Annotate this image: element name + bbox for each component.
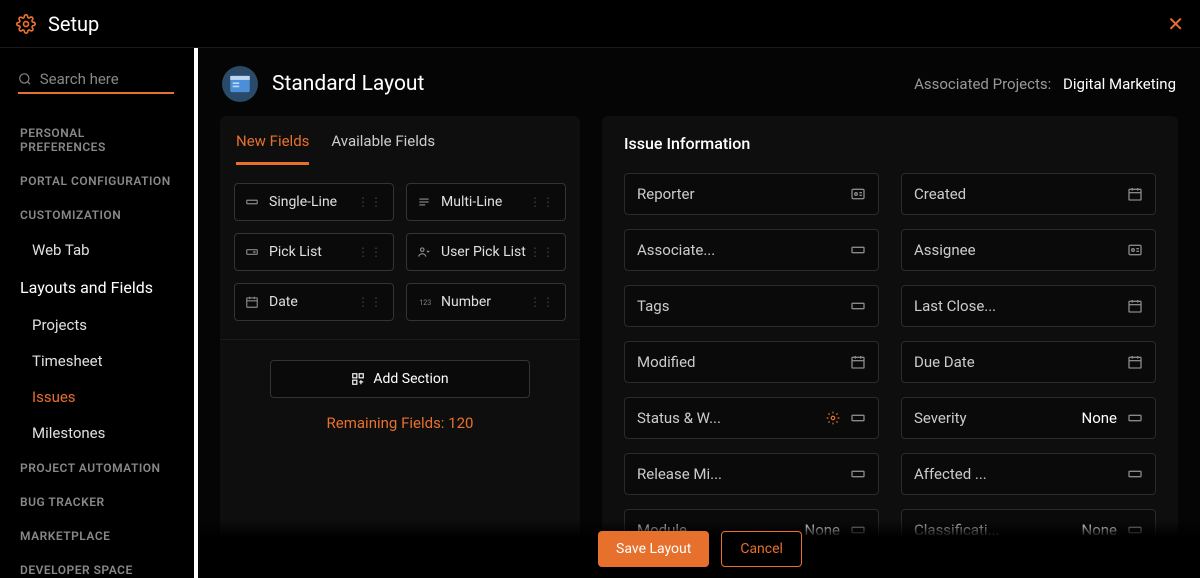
sidebar-item-layouts[interactable]: Layouts and Fields bbox=[0, 268, 194, 307]
issue-info-title: Issue Information bbox=[624, 134, 1156, 153]
layout-icon bbox=[222, 66, 258, 102]
search-wrap[interactable] bbox=[18, 66, 174, 94]
nav-heading[interactable]: MARKETPLACE bbox=[0, 519, 194, 553]
sidebar-item-webtab[interactable]: Web Tab bbox=[0, 232, 194, 268]
sidebar: PERSONAL PREFERENCES PORTAL CONFIGURATIO… bbox=[0, 48, 198, 578]
pick-icon bbox=[245, 245, 259, 259]
svg-text:123: 123 bbox=[419, 299, 431, 307]
number-icon: 123 bbox=[417, 295, 431, 309]
issue-field-label: Associate... bbox=[637, 241, 840, 259]
userpick-icon bbox=[417, 245, 431, 259]
card-icon bbox=[850, 466, 866, 482]
layout-title: Standard Layout bbox=[272, 72, 424, 96]
associated-value[interactable]: Digital Marketing bbox=[1063, 75, 1176, 93]
field-chip-multi-line[interactable]: Multi-Line⋮⋮ bbox=[406, 183, 566, 221]
issue-field[interactable]: Modified bbox=[624, 341, 879, 383]
card-icon bbox=[1127, 466, 1143, 482]
calendar-icon bbox=[1127, 354, 1143, 370]
issue-field[interactable]: Last Close... bbox=[901, 285, 1156, 327]
grip-icon: ⋮⋮ bbox=[529, 245, 555, 259]
single-icon bbox=[245, 195, 259, 209]
field-chip-number[interactable]: 123 Number⋮⋮ bbox=[406, 283, 566, 321]
grip-icon: ⋮⋮ bbox=[357, 245, 383, 259]
page-title: Setup bbox=[48, 12, 99, 36]
search-input[interactable] bbox=[40, 70, 174, 88]
issue-field-value: None bbox=[1082, 409, 1118, 427]
issue-field-label: Assignee bbox=[914, 241, 1117, 259]
panel-new-fields: New Fields Available Fields Single-Line⋮… bbox=[220, 116, 580, 578]
issue-field-label: Due Date bbox=[914, 353, 1117, 371]
nav-heading[interactable]: DEVELOPER SPACE bbox=[0, 553, 194, 578]
grip-icon: ⋮⋮ bbox=[529, 195, 555, 209]
issue-field-label: Tags bbox=[637, 297, 840, 315]
add-section-label: Add Section bbox=[373, 371, 448, 387]
issue-field[interactable]: Affected ... bbox=[901, 453, 1156, 495]
issue-field[interactable]: Associate... bbox=[624, 229, 879, 271]
field-label: Pick List bbox=[269, 244, 357, 260]
calendar-icon bbox=[1127, 298, 1143, 314]
cancel-button[interactable]: Cancel bbox=[721, 531, 802, 567]
sidebar-item-projects[interactable]: Projects bbox=[0, 307, 194, 343]
sidebar-item-milestones[interactable]: Milestones bbox=[0, 415, 194, 451]
nav-heading[interactable]: PROJECT AUTOMATION bbox=[0, 451, 194, 485]
field-label: Date bbox=[269, 294, 357, 310]
multi-icon bbox=[417, 195, 431, 209]
issue-field-label: Modified bbox=[637, 353, 840, 371]
issue-field[interactable]: Due Date bbox=[901, 341, 1156, 383]
grip-icon: ⋮⋮ bbox=[529, 295, 555, 309]
search-icon bbox=[18, 71, 32, 87]
card-icon bbox=[850, 242, 866, 258]
nav-heading[interactable]: PERSONAL PREFERENCES bbox=[0, 116, 194, 164]
field-chip-pick-list[interactable]: Pick List⋮⋮ bbox=[234, 233, 394, 271]
card-icon bbox=[850, 298, 866, 314]
sidebar-item-timesheet[interactable]: Timesheet bbox=[0, 343, 194, 379]
nav-heading[interactable]: PORTAL CONFIGURATION bbox=[0, 164, 194, 198]
nav-heading[interactable]: BUG TRACKER bbox=[0, 485, 194, 519]
tab-available-fields[interactable]: Available Fields bbox=[331, 132, 435, 165]
gear-icon[interactable] bbox=[826, 411, 840, 425]
calendar-icon bbox=[850, 354, 866, 370]
issue-field[interactable]: Release Mi... bbox=[624, 453, 879, 495]
panel-issue-info: Issue Information Reporter Created Associa… bbox=[602, 116, 1178, 578]
field-chip-date[interactable]: Date⋮⋮ bbox=[234, 283, 394, 321]
field-label: Number bbox=[441, 294, 529, 310]
date-icon bbox=[245, 295, 259, 309]
issue-field[interactable]: Status & W... bbox=[624, 397, 879, 439]
field-label: Single-Line bbox=[269, 194, 357, 210]
field-chip-single-line[interactable]: Single-Line⋮⋮ bbox=[234, 183, 394, 221]
issue-field[interactable]: Reporter bbox=[624, 173, 879, 215]
issue-field[interactable]: Assignee bbox=[901, 229, 1156, 271]
tab-new-fields[interactable]: New Fields bbox=[236, 132, 309, 165]
save-button[interactable]: Save Layout bbox=[598, 531, 709, 567]
add-section-icon bbox=[351, 372, 365, 386]
field-label: Multi-Line bbox=[441, 194, 529, 210]
sidebar-item-issues[interactable]: Issues bbox=[0, 379, 194, 415]
card-icon bbox=[850, 410, 866, 426]
calendar-icon bbox=[1127, 186, 1143, 202]
nav-heading[interactable]: CUSTOMIZATION bbox=[0, 198, 194, 232]
issue-field[interactable]: Created bbox=[901, 173, 1156, 215]
remaining-fields: Remaining Fields: 120 bbox=[327, 414, 474, 432]
issue-field-label: Severity bbox=[914, 409, 1076, 427]
user-card-icon bbox=[850, 186, 866, 202]
add-section-button[interactable]: Add Section bbox=[270, 360, 530, 398]
close-icon[interactable]: ✕ bbox=[1167, 12, 1184, 36]
grip-icon: ⋮⋮ bbox=[357, 195, 383, 209]
issue-field-label: Created bbox=[914, 185, 1117, 203]
issue-field[interactable]: Tags bbox=[624, 285, 879, 327]
gear-icon bbox=[16, 14, 36, 34]
issue-field-label: Reporter bbox=[637, 185, 840, 203]
card-icon bbox=[1127, 410, 1143, 426]
issue-field-label: Affected ... bbox=[914, 465, 1117, 483]
grip-icon: ⋮⋮ bbox=[357, 295, 383, 309]
issue-field[interactable]: Severity None bbox=[901, 397, 1156, 439]
issue-field-label: Release Mi... bbox=[637, 465, 840, 483]
issue-field-label: Last Close... bbox=[914, 297, 1117, 315]
associated-label: Associated Projects: bbox=[914, 75, 1051, 93]
user-card-icon bbox=[1127, 242, 1143, 258]
issue-field-label: Status & W... bbox=[637, 409, 816, 427]
field-chip-user-pick-list[interactable]: User Pick List⋮⋮ bbox=[406, 233, 566, 271]
field-label: User Pick List bbox=[441, 244, 529, 260]
